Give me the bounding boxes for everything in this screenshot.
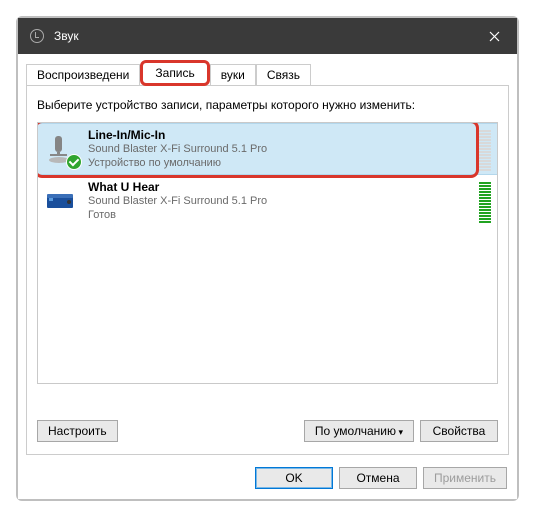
titlebar-speaker-icon [30, 29, 44, 43]
microphone-icon [44, 132, 78, 166]
device-text: Line-In/Mic-In Sound Blaster X-Fi Surrou… [88, 128, 477, 171]
device-text: What U Hear Sound Blaster X-Fi Surround … [88, 180, 477, 223]
tab-recording[interactable]: Запись [140, 60, 209, 86]
level-meter [479, 127, 491, 171]
apply-button[interactable]: Применить [423, 467, 507, 489]
prompt-label: Выберите устройство записи, параметры ко… [37, 98, 498, 112]
panel-buttons: Настроить По умолчанию Свойства [37, 420, 498, 442]
default-check-icon [66, 154, 82, 170]
device-row[interactable]: Line-In/Mic-In Sound Blaster X-Fi Surrou… [38, 123, 497, 175]
soundcard-icon [44, 184, 78, 218]
device-name: What U Hear [88, 180, 477, 195]
device-status: Устройство по умолчанию [88, 157, 477, 171]
configure-button[interactable]: Настроить [37, 420, 118, 442]
title: Звук [54, 29, 79, 43]
ok-button[interactable]: OK [255, 467, 333, 489]
cancel-button[interactable]: Отмена [339, 467, 417, 489]
device-desc: Sound Blaster X-Fi Surround 5.1 Pro [88, 195, 477, 209]
device-desc: Sound Blaster X-Fi Surround 5.1 Pro [88, 143, 477, 157]
tab-strip: Воспроизведени Запись вуки Связь [26, 62, 509, 86]
level-meter [479, 179, 491, 223]
tab-panel: Выберите устройство записи, параметры ко… [26, 85, 509, 455]
device-row[interactable]: What U Hear Sound Blaster X-Fi Surround … [38, 175, 497, 227]
tab-sounds[interactable]: вуки [210, 64, 256, 86]
client-area: Воспроизведени Запись вуки Связь Выберит… [18, 54, 517, 499]
close-button[interactable] [472, 18, 517, 54]
dialog-buttons: OK Отмена Применить [255, 467, 507, 489]
device-list[interactable]: Line-In/Mic-In Sound Blaster X-Fi Surrou… [37, 122, 498, 384]
device-name: Line-In/Mic-In [88, 128, 477, 143]
device-status: Готов [88, 209, 477, 223]
close-icon [489, 31, 500, 42]
window-frame: Звук Воспроизведени Запись вуки Связь Вы… [16, 16, 519, 501]
properties-button[interactable]: Свойства [420, 420, 498, 442]
set-default-button[interactable]: По умолчанию [304, 420, 414, 442]
tab-playback[interactable]: Воспроизведени [26, 64, 140, 86]
titlebar[interactable]: Звук [18, 18, 517, 54]
tab-communications[interactable]: Связь [256, 64, 311, 86]
